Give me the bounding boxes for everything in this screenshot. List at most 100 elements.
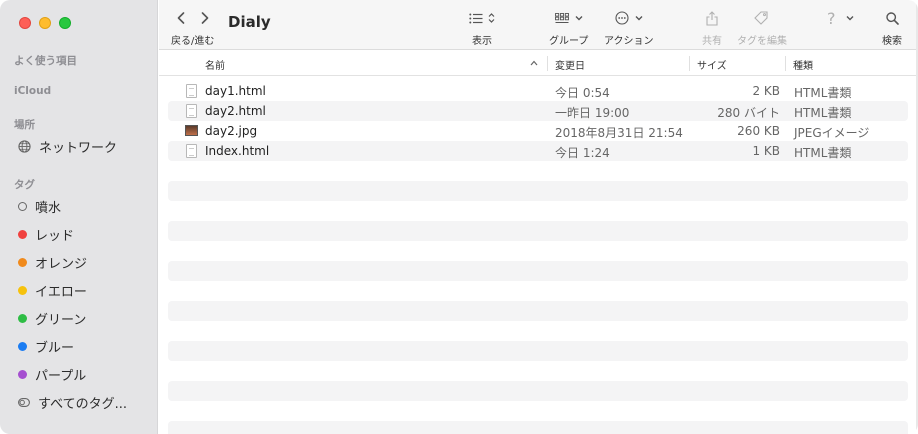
file-row[interactable]: day2.html 一昨日 19:00 280 バイト HTML書類 [168, 101, 908, 121]
sidebar-section-tags[interactable]: タグ [14, 177, 35, 192]
file-list: day1.html 今日 0:54 2 KB HTML書類 day2.html … [168, 81, 908, 161]
chevron-down-icon [846, 16, 853, 21]
tag-icon [754, 11, 768, 25]
sidebar-tag-item[interactable]: オレンジ [18, 253, 88, 272]
empty-row-stripe [168, 341, 908, 361]
sidebar-item-label: すべてのタグ... [38, 396, 127, 412]
file-name: day2.html [205, 104, 266, 118]
document-icon [186, 104, 197, 118]
share-label: 共有 [702, 36, 722, 47]
sidebar-item-label: オレンジ [35, 256, 88, 272]
file-date: 今日 1:24 [555, 146, 610, 160]
chevron-down-icon [635, 16, 643, 21]
file-size: 260 KB [737, 124, 780, 138]
group-button[interactable]: グループ [549, 7, 588, 47]
group-grid-icon [554, 12, 569, 23]
sidebar-section-locations[interactable]: 場所 [14, 117, 35, 132]
sidebar: よく使う項目 iCloud 場所 ネットワーク タグ 噴水 レッド オレンジ イ… [0, 0, 158, 434]
file-row[interactable]: Index.html 今日 1:24 1 KB HTML書類 [168, 141, 908, 161]
sidebar-tag-item[interactable]: パープル [18, 365, 87, 384]
tag-green-dot-icon [18, 313, 27, 323]
column-header-date[interactable]: 変更日 [555, 57, 585, 72]
document-icon [186, 84, 197, 98]
file-name: day1.html [205, 84, 266, 98]
empty-row-stripe [168, 381, 908, 401]
toolbar: 戻る/進む Dialy 表示 グループ アクション 共有 タグを編集 ? 検索 [159, 0, 918, 50]
column-divider[interactable] [785, 56, 786, 71]
sidebar-tag-item[interactable]: イエロー [18, 281, 87, 300]
help-button[interactable]: ? [827, 7, 854, 29]
search-icon [885, 11, 899, 25]
file-size: 280 バイト [717, 106, 780, 120]
sidebar-tag-item[interactable]: レッド [18, 225, 75, 244]
file-kind: HTML書類 [794, 106, 852, 120]
tag-red-dot-icon [18, 229, 27, 239]
globe-icon [18, 139, 31, 153]
file-size: 1 KB [752, 144, 780, 158]
column-header-kind[interactable]: 種類 [793, 57, 813, 72]
sidebar-section-icloud[interactable]: iCloud [14, 85, 51, 97]
document-icon [186, 144, 197, 158]
more-ellipsis-icon [615, 11, 629, 25]
window-controls [19, 17, 71, 29]
action-button[interactable]: アクション [604, 7, 654, 47]
column-divider[interactable] [689, 56, 690, 71]
sidebar-item-label: ブルー [35, 340, 75, 356]
sidebar-item-label: ネットワーク [39, 140, 118, 156]
minimize-window-button[interactable] [39, 17, 51, 29]
sidebar-tag-item[interactable]: グリーン [18, 309, 86, 328]
sidebar-tag-item[interactable]: 噴水 [18, 197, 62, 216]
tag-blue-dot-icon [18, 341, 27, 351]
window-title: Dialy [228, 13, 271, 31]
edit-tags-label: タグを編集 [737, 36, 787, 47]
tag-orange-dot-icon [18, 257, 27, 267]
chevron-down-icon [575, 16, 583, 21]
empty-row-stripe [168, 421, 908, 434]
sidebar-section-favorites[interactable]: よく使う項目 [14, 53, 77, 68]
file-row[interactable]: day1.html 今日 0:54 2 KB HTML書類 [168, 81, 908, 101]
tag-empty-circle-icon [18, 201, 27, 211]
zoom-window-button[interactable] [59, 17, 71, 29]
group-label: グループ [549, 36, 589, 47]
sort-ascending-chevron-icon[interactable] [530, 60, 538, 66]
column-header-bar: 名前 変更日 サイズ 種類 [159, 51, 918, 76]
file-name: Index.html [205, 144, 270, 158]
file-kind: JPEGイメージ [794, 126, 870, 140]
question-mark-icon: ? [827, 8, 836, 28]
sidebar-tag-item[interactable]: ブルー [18, 337, 75, 356]
sidebar-item-label: イエロー [35, 284, 87, 300]
column-header-size[interactable]: サイズ [697, 57, 727, 72]
file-kind: HTML書類 [794, 86, 852, 100]
file-size: 2 KB [752, 84, 780, 98]
tag-pill-icon [18, 397, 30, 407]
view-button[interactable]: 表示 [469, 7, 495, 47]
file-name: day2.jpg [205, 124, 258, 138]
file-row[interactable]: day2.jpg 2018年8月31日 21:54 260 KB JPEGイメー… [168, 121, 908, 141]
back-forward-control: 戻る/進む [171, 7, 214, 47]
close-window-button[interactable] [19, 17, 31, 29]
share-button[interactable]: 共有 [702, 7, 722, 47]
sidebar-item-label: レッド [35, 228, 75, 244]
sidebar-item-label: パープル [35, 368, 87, 384]
column-header-name[interactable]: 名前 [205, 57, 225, 72]
file-date: 今日 0:54 [555, 86, 610, 100]
list-view-icon [469, 13, 483, 23]
tag-yellow-dot-icon [18, 285, 27, 295]
forward-chevron-icon[interactable] [201, 12, 209, 24]
empty-row-stripe [168, 301, 908, 321]
view-label: 表示 [472, 36, 492, 47]
back-chevron-icon[interactable] [177, 12, 185, 24]
action-label: アクション [604, 36, 654, 47]
sidebar-item-label: 噴水 [35, 200, 62, 216]
image-icon [185, 125, 198, 136]
empty-row-stripe [168, 181, 908, 201]
column-divider[interactable] [547, 56, 548, 71]
back-forward-label: 戻る/進む [171, 36, 215, 47]
sidebar-item-all-tags[interactable]: すべてのタグ... [18, 393, 127, 412]
search-button[interactable]: 検索 [882, 7, 902, 47]
file-date: 2018年8月31日 21:54 [555, 126, 683, 140]
finder-window: よく使う項目 iCloud 場所 ネットワーク タグ 噴水 レッド オレンジ イ… [0, 0, 918, 434]
file-date: 一昨日 19:00 [555, 106, 630, 120]
edit-tags-button[interactable]: タグを編集 [737, 7, 787, 47]
sidebar-item-network[interactable]: ネットワーク [18, 137, 118, 156]
